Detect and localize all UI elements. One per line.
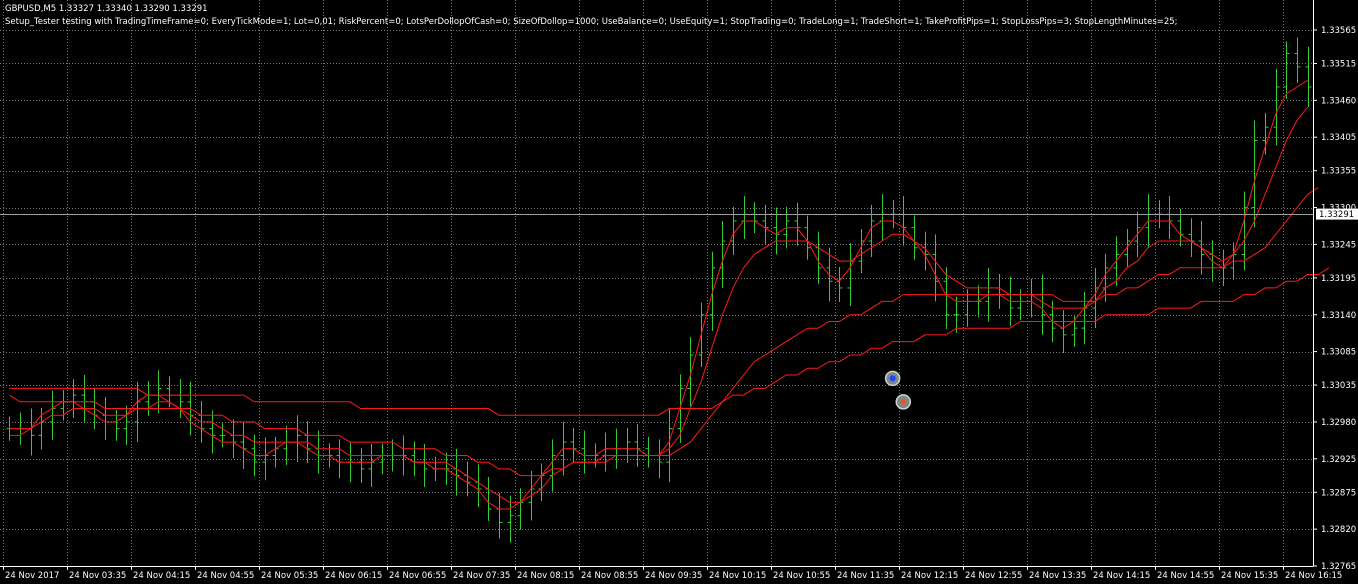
x-tick-label-7: 24 Nov 07:35 — [453, 571, 510, 581]
tester-params: Setup_Tester testing with TradingTimeFra… — [5, 17, 1178, 27]
y-tick-label-10: 1.33035 — [1321, 381, 1356, 391]
x-tick-label-8: 24 Nov 08:15 — [517, 571, 574, 581]
x-tick-label-19: 24 Nov 15:35 — [1221, 571, 1278, 581]
x-tick-label-14: 24 Nov 12:15 — [901, 571, 958, 581]
symbol-header: GBPUSD,M5 1.33327 1.33340 1.33290 1.3329… — [5, 4, 208, 14]
x-tick-label-11: 24 Nov 10:15 — [709, 571, 766, 581]
y-tick-label-11: 1.32980 — [1321, 418, 1356, 428]
x-tick-label-17: 24 Nov 14:15 — [1093, 571, 1150, 581]
y-tick-label-7: 1.33195 — [1321, 274, 1356, 284]
current-price-label: 1.33291 — [1319, 210, 1354, 220]
current-price-tag: 1.33291 — [1316, 208, 1358, 220]
y-tick-label-3: 1.33405 — [1321, 133, 1356, 143]
y-tick-label-4: 1.33355 — [1321, 167, 1356, 177]
x-tick-label-9: 24 Nov 08:55 — [581, 571, 638, 581]
y-tick-label-9: 1.33085 — [1321, 348, 1356, 358]
x-tick-label-5: 24 Nov 06:15 — [325, 571, 382, 581]
y-tick-label-12: 1.32925 — [1321, 455, 1356, 465]
trade-marker-buy-core — [889, 375, 896, 382]
x-tick-label-16: 24 Nov 13:35 — [1029, 571, 1086, 581]
x-tick-label-18: 24 Nov 14:55 — [1157, 571, 1214, 581]
x-tick-label-3: 24 Nov 04:55 — [197, 571, 254, 581]
x-tick-label-1: 24 Nov 03:35 — [69, 571, 126, 581]
trade-marker-close-core — [900, 398, 907, 405]
x-tick-label-20: 24 Nov 16:15 — [1285, 571, 1342, 581]
y-tick-label-6: 1.33245 — [1321, 240, 1356, 250]
x-tick-label-6: 24 Nov 06:55 — [389, 571, 446, 581]
x-tick-label-0: 24 Nov 2017 — [5, 571, 59, 581]
y-tick-label-13: 1.32875 — [1321, 488, 1356, 498]
chart-background — [0, 0, 1358, 584]
x-tick-label-4: 24 Nov 05:35 — [261, 571, 318, 581]
y-tick-label-2: 1.33460 — [1321, 96, 1356, 106]
x-tick-label-15: 24 Nov 12:55 — [965, 571, 1022, 581]
y-tick-label-0: 1.33565 — [1321, 26, 1356, 36]
x-tick-label-10: 24 Nov 09:35 — [645, 571, 702, 581]
price-chart[interactable]: 1.335651.335151.334601.334051.333551.333… — [0, 0, 1358, 584]
x-tick-label-13: 24 Nov 11:35 — [837, 571, 894, 581]
y-tick-label-14: 1.32820 — [1321, 525, 1356, 535]
y-tick-label-8: 1.33140 — [1321, 311, 1356, 321]
x-tick-label-12: 24 Nov 10:55 — [773, 571, 830, 581]
x-tick-label-2: 24 Nov 04:15 — [133, 571, 190, 581]
y-tick-label-1: 1.33515 — [1321, 60, 1356, 70]
